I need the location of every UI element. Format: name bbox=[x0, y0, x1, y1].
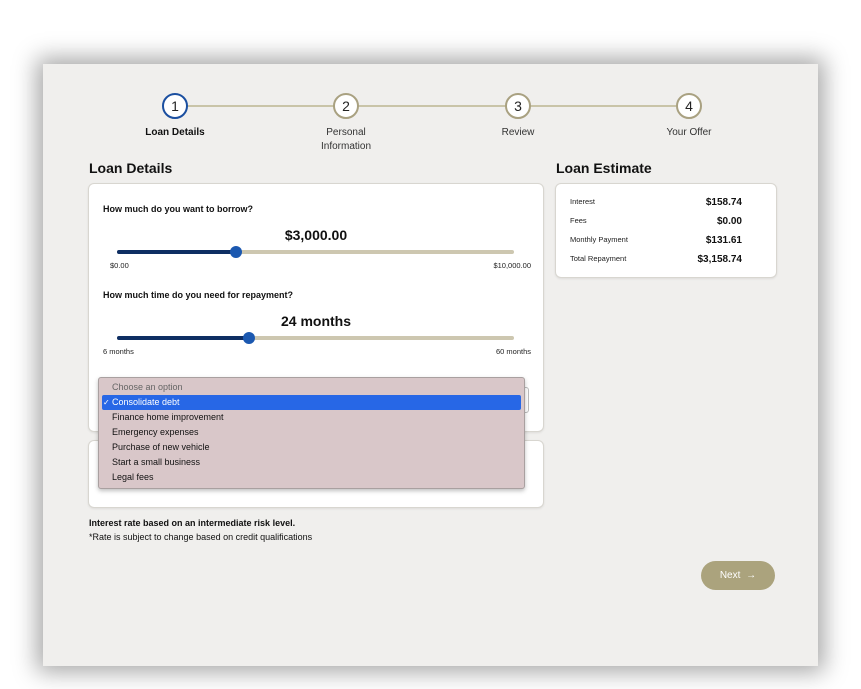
step-your-offer[interactable]: 4 Your Offer bbox=[629, 93, 749, 140]
term-slider[interactable] bbox=[117, 332, 514, 344]
option-label: Legal fees bbox=[112, 472, 154, 482]
dropdown-option-small-business[interactable]: Start a small business bbox=[102, 455, 521, 470]
option-label: Start a small business bbox=[112, 457, 201, 467]
term-min-label: 6 months bbox=[103, 347, 134, 356]
step-review[interactable]: 3 Review bbox=[458, 93, 578, 140]
option-label: Emergency expenses bbox=[112, 427, 199, 437]
step-number: 4 bbox=[676, 93, 702, 119]
amount-value: $3,000.00 bbox=[284, 227, 348, 243]
estimate-value: $3,158.74 bbox=[697, 254, 743, 265]
estimate-row-interest: Interest $158.74 bbox=[570, 197, 742, 215]
option-label: Choose an option bbox=[112, 382, 183, 392]
step-label-line: Information bbox=[320, 141, 372, 152]
step-label: Your Offer bbox=[666, 127, 712, 138]
dropdown-option-emergency-expenses[interactable]: Emergency expenses bbox=[102, 425, 521, 440]
amount-slider-fill bbox=[117, 250, 237, 254]
loan-estimate-heading: Loan Estimate bbox=[556, 160, 652, 176]
rate-note: Interest rate based on an intermediate r… bbox=[89, 518, 296, 528]
estimate-label: Monthly Payment bbox=[570, 235, 628, 244]
estimate-label: Fees bbox=[570, 216, 587, 225]
term-value: 24 months bbox=[280, 313, 351, 329]
estimate-label: Total Repayment bbox=[570, 254, 627, 263]
step-label-line: Personal bbox=[326, 127, 366, 138]
term-question: How much time do you need for repayment? bbox=[103, 290, 294, 300]
purpose-dropdown-list: Choose an option ✓ Consolidate debt Fina… bbox=[98, 377, 525, 489]
step-label: Loan Details bbox=[145, 127, 205, 138]
estimate-value: $158.74 bbox=[705, 197, 742, 208]
estimate-row-total-repayment: Total Repayment $3,158.74 bbox=[570, 254, 742, 272]
step-number: 1 bbox=[162, 93, 188, 119]
next-button-label: Next bbox=[719, 570, 741, 581]
estimate-row-fees: Fees $0.00 bbox=[570, 216, 742, 234]
estimate-label: Interest bbox=[570, 197, 596, 206]
amount-slider[interactable] bbox=[117, 246, 514, 258]
application-frame: 1 Loan Details 2 Personal Information 3 … bbox=[43, 64, 818, 666]
rate-disclaimer: *Rate is subject to change based on cred… bbox=[89, 532, 313, 542]
loan-details-heading: Loan Details bbox=[89, 160, 173, 176]
estimate-row-monthly-payment: Monthly Payment $131.61 bbox=[570, 235, 742, 253]
loan-estimate-card: Interest $158.74 Fees $0.00 Monthly Paym… bbox=[555, 183, 777, 278]
dropdown-option-consolidate-debt[interactable]: ✓ Consolidate debt bbox=[102, 395, 521, 410]
step-number: 3 bbox=[505, 93, 531, 119]
dropdown-option-purchase-vehicle[interactable]: Purchase of new vehicle bbox=[102, 440, 521, 455]
term-slider-fill bbox=[117, 336, 250, 340]
dropdown-option-placeholder: Choose an option bbox=[102, 380, 521, 395]
arrow-right-icon: → bbox=[746, 570, 757, 581]
amount-slider-thumb[interactable] bbox=[230, 246, 243, 258]
amount-question: How much do you want to borrow? bbox=[103, 204, 253, 214]
step-label: Personal Information bbox=[286, 126, 406, 154]
estimate-value: $0.00 bbox=[716, 216, 742, 227]
estimate-value: $131.61 bbox=[705, 235, 742, 246]
step-label: Review bbox=[501, 127, 535, 138]
dropdown-option-legal-fees[interactable]: Legal fees bbox=[102, 470, 521, 485]
term-max-label: 60 months bbox=[495, 347, 531, 356]
next-button[interactable]: Next → bbox=[701, 561, 775, 590]
amount-max-label: $10,000.00 bbox=[493, 261, 531, 270]
amount-min-label: $0.00 bbox=[110, 261, 129, 270]
step-loan-details[interactable]: 1 Loan Details bbox=[115, 93, 235, 140]
check-icon: ✓ bbox=[103, 398, 110, 407]
step-personal-information[interactable]: 2 Personal Information bbox=[286, 93, 406, 154]
dropdown-option-finance-home-improvement[interactable]: Finance home improvement bbox=[102, 410, 521, 425]
option-label: Finance home improvement bbox=[112, 412, 224, 422]
option-label: Consolidate debt bbox=[112, 397, 180, 407]
term-slider-thumb[interactable] bbox=[243, 332, 256, 344]
option-label: Purchase of new vehicle bbox=[112, 442, 210, 452]
step-number: 2 bbox=[333, 93, 359, 119]
